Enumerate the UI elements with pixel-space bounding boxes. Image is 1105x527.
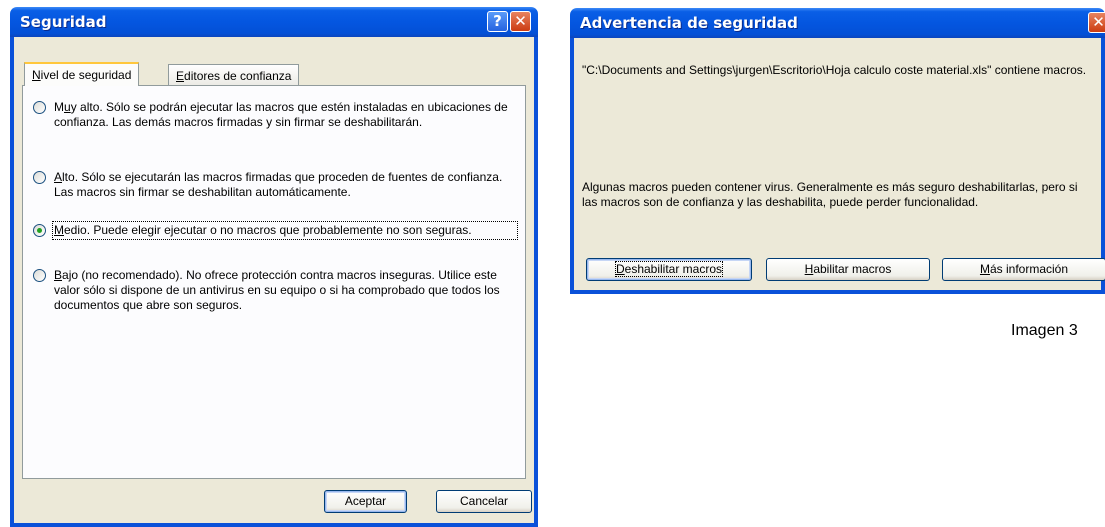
tab-label: ivel de seguridad [40,68,132,82]
security-titlebar[interactable]: Seguridad ? ✕ [10,7,538,37]
option-label: Medio. Puede elegir ejecutar o no macros… [52,221,518,240]
button-label: Deshabilitar macros [614,261,724,277]
tab-nivel-de-seguridad[interactable]: Nivel de seguridad [24,62,140,86]
security-dialog: Seguridad ? ✕ Nivel de seguridad Editore… [10,7,538,527]
more-info-button[interactable]: Más información [942,258,1105,281]
tab-mnemonic: N [32,68,41,82]
tab-mnemonic: E [176,69,185,83]
file-message: "C:\Documents and Settings\jurgen\Escrit… [582,63,1087,77]
option-label: Alto. Sólo se ejecutarán las macros firm… [54,170,503,199]
ok-button[interactable]: Aceptar [324,490,407,513]
radio-muy-alto[interactable] [33,101,46,114]
option-label: Muy alto. Sólo se podrán ejecutar las ma… [54,100,508,129]
button-label: Habilitar macros [804,262,892,276]
option-medio[interactable]: Medio. Puede elegir ejecutar o no macros… [33,221,519,255]
security-level-panel: Muy alto. Sólo se podrán ejecutar las ma… [22,85,526,479]
radio-medio[interactable] [33,224,46,237]
figure-caption: Imagen 3 [1011,322,1078,339]
option-alto[interactable]: Alto. Sólo se ejecutarán las macros firm… [33,170,519,202]
radio-alto[interactable] [33,171,46,184]
security-warning-dialog: Advertencia de seguridad ✕ "C:\Documents… [570,8,1105,294]
tab-label: ditores de confianza [184,69,292,83]
option-label: Bajo (no recomendado). No ofrece protecc… [54,268,500,312]
close-icon[interactable]: ✕ [1088,12,1105,33]
option-muy-alto[interactable]: Muy alto. Sólo se podrán ejecutar las ma… [33,100,519,148]
warning-titlebar[interactable]: Advertencia de seguridad ✕ [570,8,1105,38]
security-title: Seguridad [20,13,107,31]
cancel-button[interactable]: Cancelar [436,490,532,513]
option-bajo[interactable]: Bajo (no recomendado). No ofrece protecc… [33,268,519,316]
tab-editores-de-confianza[interactable]: Editores de confianza [168,64,300,85]
virus-message: Algunas macros pueden contener virus. Ge… [582,180,1078,209]
enable-macros-button[interactable]: Habilitar macros [766,258,930,281]
button-label: Más información [979,262,1069,276]
help-icon[interactable]: ? [487,11,508,32]
close-icon[interactable]: ✕ [510,11,531,32]
warning-title: Advertencia de seguridad [580,14,798,32]
radio-bajo[interactable] [33,269,46,282]
disable-macros-button[interactable]: Deshabilitar macros [586,258,752,281]
